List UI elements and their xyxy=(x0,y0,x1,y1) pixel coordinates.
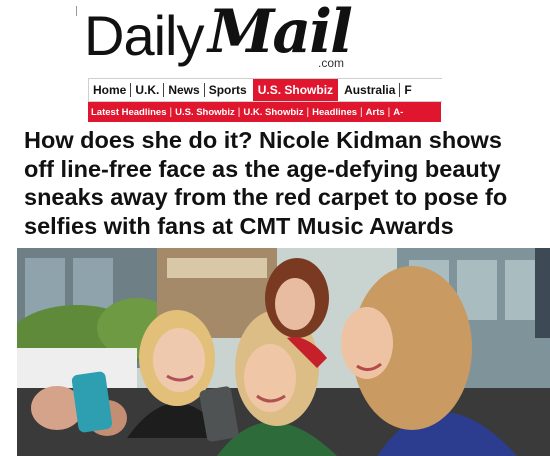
headline-line: sneaks away from the red carpet to pose … xyxy=(24,184,508,210)
subnav-item-truncated[interactable]: A- xyxy=(390,107,406,118)
nav-item-us-showbiz[interactable]: U.S. Showbiz xyxy=(252,79,339,101)
nav-item-australia[interactable]: Australia xyxy=(340,79,399,101)
logo-domain-text: .com xyxy=(318,56,345,70)
subnav-item-arts[interactable]: Arts xyxy=(363,107,388,118)
logo-mail-text[interactable]: Mail xyxy=(208,0,353,64)
secondary-nav: Latest Headlines | U.S. Showbiz | U.K. S… xyxy=(88,102,441,122)
nav-item-truncated[interactable]: F xyxy=(400,79,415,101)
headline-line: How does she do it? Nicole Kidman shows xyxy=(24,127,502,153)
article-headline: How does she do it? Nicole Kidman shows … xyxy=(24,126,550,240)
subnav-item-uk-showbiz[interactable]: U.K. Showbiz xyxy=(240,107,306,118)
page-mark xyxy=(76,6,77,16)
subnav-item-us-showbiz[interactable]: U.S. Showbiz xyxy=(172,107,238,118)
masthead: Daily Mail .com xyxy=(0,0,550,76)
logo-daily-text[interactable]: Daily xyxy=(84,6,204,66)
nav-item-uk[interactable]: U.K. xyxy=(131,79,163,101)
nav-item-home[interactable]: Home xyxy=(89,79,130,101)
subnav-item-latest-headlines[interactable]: Latest Headlines xyxy=(88,107,170,118)
article-photo[interactable] xyxy=(17,248,550,456)
photo-illustration xyxy=(17,248,550,456)
primary-nav: Home U.K. News Sports U.S. Showbiz Austr… xyxy=(88,78,442,102)
nav-item-sports[interactable]: Sports xyxy=(205,79,251,101)
headline-line: off line-free face as the age-defying be… xyxy=(24,155,501,182)
nav-item-news[interactable]: News xyxy=(164,79,203,101)
subnav-item-headlines[interactable]: Headlines xyxy=(309,107,360,118)
headline-line: selfies with fans at CMT Music Awards xyxy=(24,212,454,239)
